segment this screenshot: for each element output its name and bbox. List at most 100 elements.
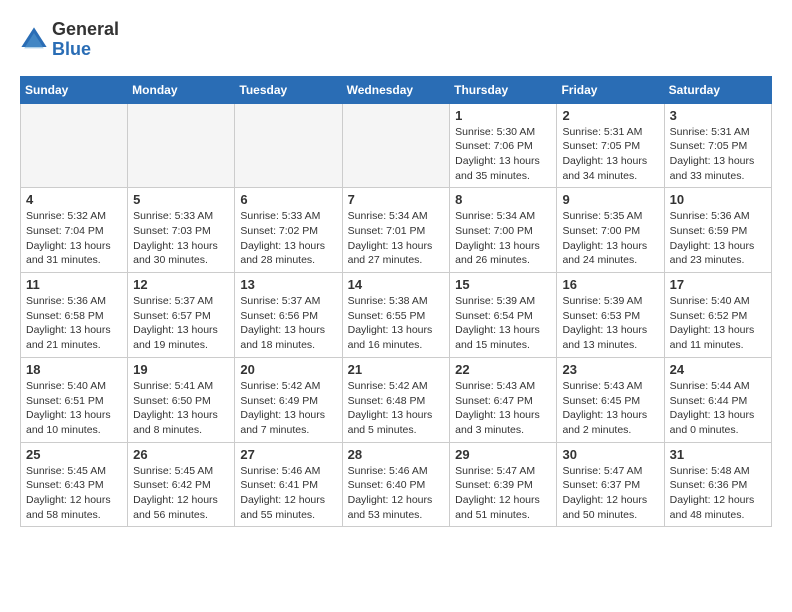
calendar-cell xyxy=(235,103,342,188)
calendar-week-row: 1 Sunrise: 5:30 AM Sunset: 7:06 PM Daylig… xyxy=(21,103,772,188)
day-number: 20 xyxy=(240,362,336,377)
day-number: 19 xyxy=(133,362,229,377)
calendar-cell: 22 Sunrise: 5:43 AM Sunset: 6:47 PM Dayli… xyxy=(450,357,557,442)
day-number: 1 xyxy=(455,108,551,123)
day-number: 9 xyxy=(562,192,658,207)
calendar-cell: 17 Sunrise: 5:40 AM Sunset: 6:52 PM Dayli… xyxy=(664,273,771,358)
day-detail: Sunrise: 5:44 AM Sunset: 6:44 PM Dayligh… xyxy=(670,379,766,438)
day-number: 3 xyxy=(670,108,766,123)
day-number: 27 xyxy=(240,447,336,462)
logo-general: General xyxy=(52,19,119,39)
calendar-cell: 12 Sunrise: 5:37 AM Sunset: 6:57 PM Dayli… xyxy=(128,273,235,358)
calendar-cell: 3 Sunrise: 5:31 AM Sunset: 7:05 PM Daylig… xyxy=(664,103,771,188)
day-detail: Sunrise: 5:41 AM Sunset: 6:50 PM Dayligh… xyxy=(133,379,229,438)
day-detail: Sunrise: 5:40 AM Sunset: 6:51 PM Dayligh… xyxy=(26,379,122,438)
day-number: 4 xyxy=(26,192,122,207)
day-number: 6 xyxy=(240,192,336,207)
calendar-cell: 9Sunrise: 5:35 AM Sunset: 7:00 PM Daylig… xyxy=(557,188,664,273)
calendar-cell: 6Sunrise: 5:33 AM Sunset: 7:02 PM Daylig… xyxy=(235,188,342,273)
day-number: 30 xyxy=(562,447,658,462)
calendar-week-row: 18 Sunrise: 5:40 AM Sunset: 6:51 PM Dayli… xyxy=(21,357,772,442)
day-number: 25 xyxy=(26,447,122,462)
calendar-cell: 21 Sunrise: 5:42 AM Sunset: 6:48 PM Dayli… xyxy=(342,357,450,442)
day-detail: Sunrise: 5:48 AM Sunset: 6:36 PM Dayligh… xyxy=(670,464,766,523)
day-detail: Sunrise: 5:46 AM Sunset: 6:41 PM Dayligh… xyxy=(240,464,336,523)
calendar-cell: 24 Sunrise: 5:44 AM Sunset: 6:44 PM Dayli… xyxy=(664,357,771,442)
calendar-cell xyxy=(342,103,450,188)
calendar-cell: 28 Sunrise: 5:46 AM Sunset: 6:40 PM Dayli… xyxy=(342,442,450,527)
day-number: 14 xyxy=(348,277,445,292)
calendar-cell: 16 Sunrise: 5:39 AM Sunset: 6:53 PM Dayli… xyxy=(557,273,664,358)
day-number: 24 xyxy=(670,362,766,377)
calendar-cell: 25Sunrise: 5:45 AM Sunset: 6:43 PM Dayli… xyxy=(21,442,128,527)
day-number: 5 xyxy=(133,192,229,207)
day-number: 31 xyxy=(670,447,766,462)
day-number: 17 xyxy=(670,277,766,292)
day-header-saturday: Saturday xyxy=(664,76,771,103)
day-number: 15 xyxy=(455,277,551,292)
day-number: 2 xyxy=(562,108,658,123)
day-header-sunday: Sunday xyxy=(21,76,128,103)
day-detail: Sunrise: 5:42 AM Sunset: 6:49 PM Dayligh… xyxy=(240,379,336,438)
day-number: 13 xyxy=(240,277,336,292)
calendar-cell: 1 Sunrise: 5:30 AM Sunset: 7:06 PM Daylig… xyxy=(450,103,557,188)
calendar-cell: 13 Sunrise: 5:37 AM Sunset: 6:56 PM Dayli… xyxy=(235,273,342,358)
calendar-cell xyxy=(21,103,128,188)
day-detail: Sunrise: 5:37 AM Sunset: 6:57 PM Dayligh… xyxy=(133,294,229,353)
logo: General Blue xyxy=(20,20,119,60)
day-number: 28 xyxy=(348,447,445,462)
calendar-cell: 5 Sunrise: 5:33 AM Sunset: 7:03 PM Daylig… xyxy=(128,188,235,273)
day-number: 18 xyxy=(26,362,122,377)
day-detail: Sunrise: 5:37 AM Sunset: 6:56 PM Dayligh… xyxy=(240,294,336,353)
day-detail: Sunrise: 5:30 AM Sunset: 7:06 PM Dayligh… xyxy=(455,125,551,184)
calendar-cell: 27 Sunrise: 5:46 AM Sunset: 6:41 PM Dayli… xyxy=(235,442,342,527)
calendar-week-row: 11Sunrise: 5:36 AM Sunset: 6:58 PM Dayli… xyxy=(21,273,772,358)
day-detail: Sunrise: 5:32 AM Sunset: 7:04 PM Dayligh… xyxy=(26,209,122,268)
day-detail: Sunrise: 5:38 AM Sunset: 6:55 PM Dayligh… xyxy=(348,294,445,353)
day-detail: Sunrise: 5:34 AM Sunset: 7:00 PM Dayligh… xyxy=(455,209,551,268)
day-number: 8 xyxy=(455,192,551,207)
day-detail: Sunrise: 5:43 AM Sunset: 6:45 PM Dayligh… xyxy=(562,379,658,438)
page-header: General Blue xyxy=(20,20,772,60)
calendar-cell: 2Sunrise: 5:31 AM Sunset: 7:05 PM Daylig… xyxy=(557,103,664,188)
calendar-cell: 4 Sunrise: 5:32 AM Sunset: 7:04 PM Daylig… xyxy=(21,188,128,273)
day-detail: Sunrise: 5:33 AM Sunset: 7:03 PM Dayligh… xyxy=(133,209,229,268)
day-detail: Sunrise: 5:43 AM Sunset: 6:47 PM Dayligh… xyxy=(455,379,551,438)
calendar-cell: 11Sunrise: 5:36 AM Sunset: 6:58 PM Dayli… xyxy=(21,273,128,358)
calendar-cell: 26 Sunrise: 5:45 AM Sunset: 6:42 PM Dayli… xyxy=(128,442,235,527)
logo-icon xyxy=(20,26,48,54)
calendar-cell: 8 Sunrise: 5:34 AM Sunset: 7:00 PM Daylig… xyxy=(450,188,557,273)
day-number: 26 xyxy=(133,447,229,462)
calendar-cell: 30 Sunrise: 5:47 AM Sunset: 6:37 PM Dayli… xyxy=(557,442,664,527)
calendar-cell: 19 Sunrise: 5:41 AM Sunset: 6:50 PM Dayli… xyxy=(128,357,235,442)
day-number: 21 xyxy=(348,362,445,377)
day-number: 12 xyxy=(133,277,229,292)
calendar-cell: 29 Sunrise: 5:47 AM Sunset: 6:39 PM Dayli… xyxy=(450,442,557,527)
day-detail: Sunrise: 5:40 AM Sunset: 6:52 PM Dayligh… xyxy=(670,294,766,353)
calendar-cell xyxy=(128,103,235,188)
day-number: 10 xyxy=(670,192,766,207)
day-detail: Sunrise: 5:34 AM Sunset: 7:01 PM Dayligh… xyxy=(348,209,445,268)
day-detail: Sunrise: 5:31 AM Sunset: 7:05 PM Dayligh… xyxy=(670,125,766,184)
day-number: 22 xyxy=(455,362,551,377)
calendar-cell: 14 Sunrise: 5:38 AM Sunset: 6:55 PM Dayli… xyxy=(342,273,450,358)
day-number: 11 xyxy=(26,277,122,292)
day-detail: Sunrise: 5:47 AM Sunset: 6:37 PM Dayligh… xyxy=(562,464,658,523)
calendar-cell: 15Sunrise: 5:39 AM Sunset: 6:54 PM Dayli… xyxy=(450,273,557,358)
logo-text: General Blue xyxy=(52,20,119,60)
day-number: 23 xyxy=(562,362,658,377)
calendar-cell: 20 Sunrise: 5:42 AM Sunset: 6:49 PM Dayli… xyxy=(235,357,342,442)
day-number: 16 xyxy=(562,277,658,292)
calendar-cell: 10Sunrise: 5:36 AM Sunset: 6:59 PM Dayli… xyxy=(664,188,771,273)
logo-blue: Blue xyxy=(52,39,91,59)
calendar-cell: 18 Sunrise: 5:40 AM Sunset: 6:51 PM Dayli… xyxy=(21,357,128,442)
day-detail: Sunrise: 5:39 AM Sunset: 6:53 PM Dayligh… xyxy=(562,294,658,353)
day-detail: Sunrise: 5:46 AM Sunset: 6:40 PM Dayligh… xyxy=(348,464,445,523)
calendar-week-row: 4 Sunrise: 5:32 AM Sunset: 7:04 PM Daylig… xyxy=(21,188,772,273)
day-detail: Sunrise: 5:45 AM Sunset: 6:42 PM Dayligh… xyxy=(133,464,229,523)
calendar-cell: 31 Sunrise: 5:48 AM Sunset: 6:36 PM Dayli… xyxy=(664,442,771,527)
calendar-cell: 7Sunrise: 5:34 AM Sunset: 7:01 PM Daylig… xyxy=(342,188,450,273)
day-detail: Sunrise: 5:42 AM Sunset: 6:48 PM Dayligh… xyxy=(348,379,445,438)
day-number: 29 xyxy=(455,447,551,462)
day-detail: Sunrise: 5:47 AM Sunset: 6:39 PM Dayligh… xyxy=(455,464,551,523)
